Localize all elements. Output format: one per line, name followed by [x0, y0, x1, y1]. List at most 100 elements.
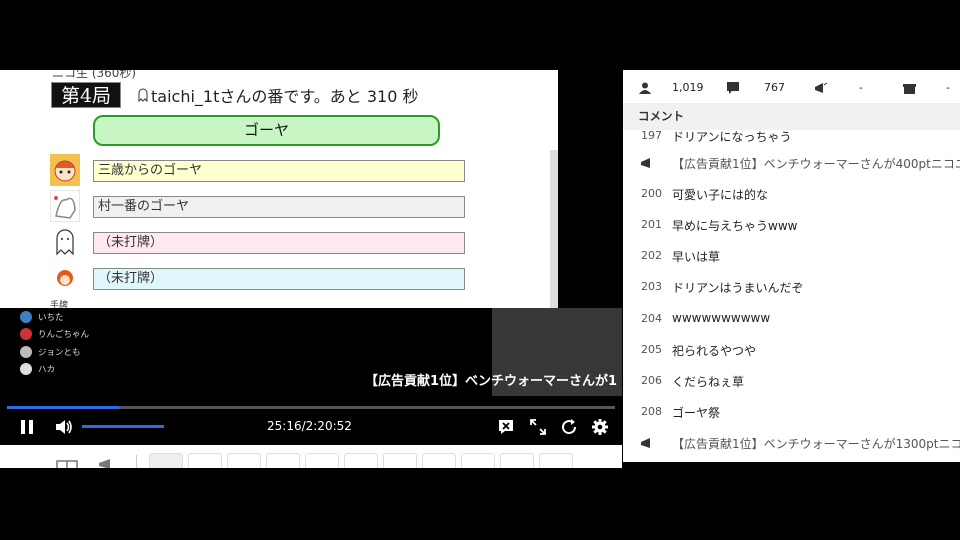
comment-number: 208 — [641, 405, 662, 418]
comment-text: くだらねぇ草 — [672, 375, 745, 389]
item-slot[interactable] — [461, 453, 495, 468]
comment-text: ゴーヤ祭 — [672, 406, 721, 420]
megaphone-icon — [815, 82, 827, 93]
comment-text: 【広告貢献1位】ベンチウォーマーさんが1300ptニコニ広 — [672, 437, 960, 451]
comment-text: 早めに与えちゃうwww — [672, 219, 798, 233]
comment-row[interactable]: 201 早めに与えちゃうwww — [623, 210, 960, 241]
item-slot[interactable] — [344, 453, 378, 468]
item-slot[interactable] — [539, 453, 573, 468]
avatar — [50, 154, 80, 186]
comment-count: 767 — [764, 81, 785, 94]
avatar — [20, 363, 32, 375]
reload-icon[interactable] — [560, 418, 578, 436]
hand-label: 手牌 — [50, 301, 69, 308]
turn-text: taichi_1tさんの番です。あと 310 秒 — [151, 87, 419, 106]
player-row: （未打牌） — [50, 226, 470, 258]
comment-number: 203 — [641, 280, 662, 293]
round-label: 第4局 — [51, 82, 121, 108]
avatar — [20, 328, 32, 340]
comment-row[interactable]: 205 祀られるやつや — [623, 335, 960, 366]
player-row: 村一番のゴーヤ — [50, 190, 470, 222]
avatar — [57, 270, 73, 286]
comment-text: 早いは草 — [672, 250, 721, 264]
game-scrollbar[interactable] — [550, 150, 558, 308]
avatar — [20, 346, 32, 358]
theme-box: ゴーヤ — [93, 115, 440, 146]
megaphone-icon — [641, 158, 650, 168]
comment-number: 206 — [641, 374, 662, 387]
comment-number: 201 — [641, 218, 662, 231]
comment-number: 202 — [641, 249, 662, 262]
comment-text: ドリアンになっちゃう — [672, 130, 792, 144]
comment-text: 【広告貢献1位】ベンチウォーマーさんが400ptニコニ広 — [672, 157, 960, 171]
avatar — [20, 311, 32, 323]
volume-slider[interactable] — [82, 425, 164, 428]
viewer-item[interactable]: ハカ — [20, 362, 55, 376]
comment-text: ドリアンはうまいんだぞ — [672, 281, 804, 295]
app-root: ニコ生 (360秒) 第4局 taichi_1tさんの番です。あと 310 秒 … — [0, 0, 960, 540]
action-bar — [0, 445, 622, 468]
item-slot[interactable] — [149, 453, 183, 468]
gift-icon[interactable] — [55, 457, 79, 468]
comment-row[interactable]: 203 ドリアンはうまいんだぞ — [623, 272, 960, 303]
megaphone-icon[interactable] — [96, 457, 116, 468]
ad-comment-row[interactable]: 【広告貢献1位】ベンチウォーマーさんが1300ptニコニ広 — [623, 428, 960, 459]
comment-row[interactable]: 204 wwwwwwwwww — [623, 304, 960, 335]
megaphone-icon — [641, 438, 650, 448]
video-player[interactable]: ニコ生 (360秒) 第4局 taichi_1tさんの番です。あと 310 秒 … — [0, 70, 622, 445]
previous-label: ニコ生 (360秒) — [52, 70, 137, 80]
comment-number: 204 — [641, 312, 662, 325]
ad-points: - — [859, 81, 863, 94]
volume-icon[interactable] — [54, 418, 74, 436]
avatar — [50, 190, 80, 222]
comment-number: 197 — [641, 130, 662, 142]
pause-icon[interactable] — [18, 418, 36, 436]
comment-toggle-icon[interactable] — [497, 418, 515, 436]
player-row: 三歳からのゴーヤ — [50, 154, 470, 186]
divider — [136, 455, 137, 468]
comment-row[interactable]: 208 ゴーヤ祭 — [623, 397, 960, 428]
item-slot[interactable] — [266, 453, 300, 468]
viewer-count: 1,019 — [672, 81, 704, 94]
item-slot[interactable] — [227, 453, 261, 468]
player-answer: （未打牌） — [93, 232, 465, 254]
comments-header: コメント — [623, 104, 960, 130]
ghost-icon — [138, 88, 148, 103]
fullscreen-icon[interactable] — [529, 418, 547, 436]
player-answer: 村一番のゴーヤ — [93, 196, 465, 218]
item-slot[interactable] — [500, 453, 534, 468]
item-slot[interactable] — [188, 453, 222, 468]
ghost-avatar-icon — [56, 229, 74, 256]
game-screen: ニコ生 (360秒) 第4局 taichi_1tさんの番です。あと 310 秒 … — [0, 70, 558, 308]
item-slot[interactable] — [422, 453, 456, 468]
time-display: 25:16/2:20:52 — [267, 419, 352, 433]
comment-number: 200 — [641, 187, 662, 200]
comment-number: 205 — [641, 343, 662, 356]
gift-points: - — [946, 81, 950, 94]
comment-text: wwwwwwwwww — [672, 311, 771, 325]
gear-icon[interactable] — [591, 418, 609, 436]
turn-status: taichi_1tさんの番です。あと 310 秒 — [137, 82, 418, 108]
comment-row[interactable]: 206 くだらねぇ草 — [623, 366, 960, 397]
comment-row[interactable]: 200 可愛い子には的な — [623, 179, 960, 210]
item-slot[interactable] — [383, 453, 417, 468]
item-slot[interactable] — [305, 453, 339, 468]
ad-ticker: 【広告貢献1位】ベンチウォーマーさんが1 — [365, 374, 618, 389]
player-answer: 三歳からのゴーヤ — [93, 160, 465, 182]
comment-text: 可愛い子には的な — [672, 188, 769, 202]
viewer-item[interactable]: ジョンとも — [20, 345, 81, 359]
comment-icon — [727, 82, 739, 94]
comment-text: 祀られるやつや — [672, 344, 757, 358]
volume-slider-fill — [82, 425, 164, 428]
comment-panel: 1,019 767 - - コメント 197 ドリアンになっちゃう 【広告貢献1位… — [623, 70, 960, 462]
player-answer: （未打牌） — [93, 268, 465, 290]
user-icon — [639, 82, 651, 94]
player-row: （未打牌） — [50, 262, 470, 294]
comment-list[interactable]: 197 ドリアンになっちゃう 【広告貢献1位】ベンチウォーマーさんが400ptニコ… — [623, 130, 960, 462]
ad-comment-row[interactable]: 【広告貢献1位】ベンチウォーマーさんが400ptニコニ広 — [623, 148, 960, 179]
viewer-item[interactable]: りんごちゃん — [20, 327, 89, 341]
comment-row[interactable]: 202 早いは草 — [623, 241, 960, 272]
seek-bar-fill — [7, 406, 120, 409]
seek-bar[interactable] — [7, 406, 615, 409]
viewer-item[interactable]: いちた — [20, 310, 64, 324]
